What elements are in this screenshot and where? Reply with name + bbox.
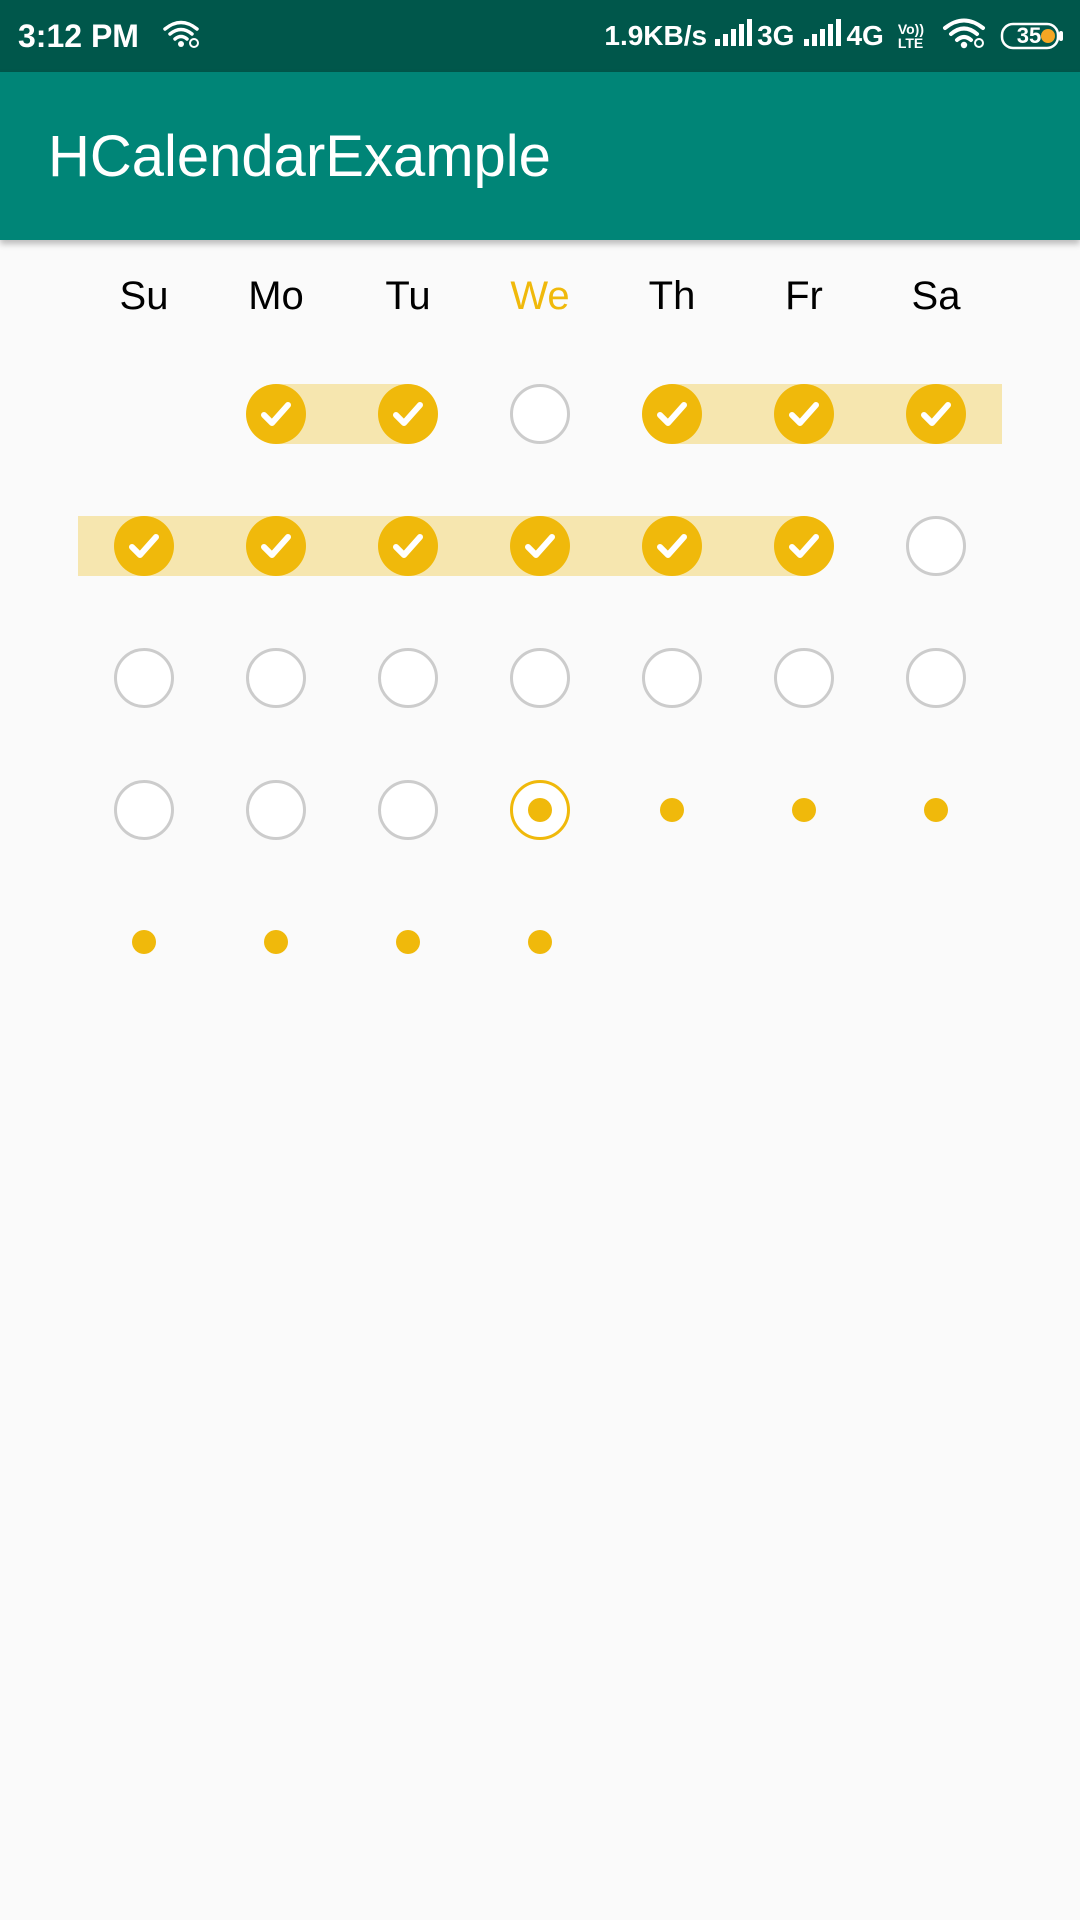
future-dot-icon bbox=[264, 930, 288, 954]
day-checked[interactable] bbox=[509, 515, 571, 577]
day-checked[interactable] bbox=[377, 515, 439, 577]
day-future[interactable] bbox=[245, 911, 307, 973]
empty-circle-icon bbox=[642, 648, 702, 708]
day-future[interactable] bbox=[377, 911, 439, 973]
day-checked[interactable] bbox=[773, 515, 835, 577]
today-dot-icon bbox=[528, 798, 552, 822]
day-empty[interactable] bbox=[905, 647, 967, 709]
day-future[interactable] bbox=[641, 779, 703, 841]
empty-circle-icon bbox=[906, 648, 966, 708]
day-checked[interactable] bbox=[245, 383, 307, 445]
empty-circle-icon bbox=[510, 384, 570, 444]
empty-circle-icon bbox=[378, 780, 438, 840]
empty-circle-icon bbox=[906, 516, 966, 576]
day-future[interactable] bbox=[113, 911, 175, 973]
day-empty[interactable] bbox=[509, 383, 571, 445]
day-empty[interactable] bbox=[113, 779, 175, 841]
future-dot-icon bbox=[528, 930, 552, 954]
day-today[interactable] bbox=[509, 779, 571, 841]
empty-circle-icon bbox=[114, 648, 174, 708]
empty-circle-icon bbox=[774, 648, 834, 708]
future-dot-icon bbox=[132, 930, 156, 954]
day-empty[interactable] bbox=[641, 647, 703, 709]
day-checked[interactable] bbox=[641, 383, 703, 445]
day-checked[interactable] bbox=[245, 515, 307, 577]
future-dot-icon bbox=[396, 930, 420, 954]
day-checked[interactable] bbox=[641, 515, 703, 577]
day-empty[interactable] bbox=[773, 647, 835, 709]
day-future[interactable] bbox=[509, 911, 571, 973]
day-checked[interactable] bbox=[773, 383, 835, 445]
future-dot-icon bbox=[792, 798, 816, 822]
empty-circle-icon bbox=[510, 648, 570, 708]
future-dot-icon bbox=[924, 798, 948, 822]
day-checked[interactable] bbox=[377, 383, 439, 445]
empty-circle-icon bbox=[246, 780, 306, 840]
day-checked[interactable] bbox=[905, 383, 967, 445]
calendar-grid bbox=[0, 0, 1080, 1920]
day-empty[interactable] bbox=[509, 647, 571, 709]
day-future[interactable] bbox=[905, 779, 967, 841]
day-empty[interactable] bbox=[113, 647, 175, 709]
day-empty[interactable] bbox=[905, 515, 967, 577]
day-empty[interactable] bbox=[245, 779, 307, 841]
empty-circle-icon bbox=[114, 780, 174, 840]
day-empty[interactable] bbox=[245, 647, 307, 709]
empty-circle-icon bbox=[378, 648, 438, 708]
day-checked[interactable] bbox=[113, 515, 175, 577]
day-empty[interactable] bbox=[377, 647, 439, 709]
day-empty[interactable] bbox=[377, 779, 439, 841]
day-future[interactable] bbox=[773, 779, 835, 841]
future-dot-icon bbox=[660, 798, 684, 822]
empty-circle-icon bbox=[246, 648, 306, 708]
